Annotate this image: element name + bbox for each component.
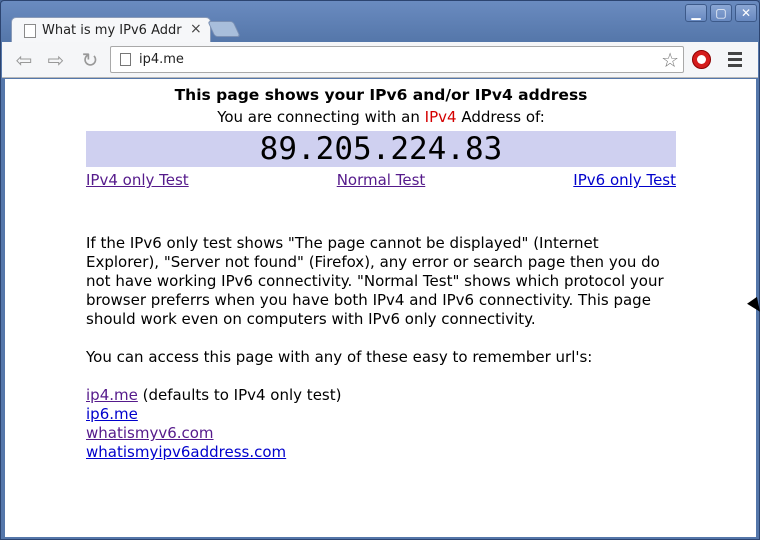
tab-title: What is my IPv6 Addres bbox=[42, 23, 182, 38]
url-text[interactable]: ip4.me bbox=[139, 52, 184, 67]
back-button[interactable]: ⇦ bbox=[12, 48, 36, 72]
protocol-label: IPv4 bbox=[424, 108, 457, 126]
ipv4-only-test-link[interactable]: IPv4 only Test bbox=[86, 171, 189, 189]
ip4-note: (defaults to IPv4 only test) bbox=[137, 386, 342, 404]
connecting-prefix: You are connecting with an bbox=[217, 108, 425, 126]
forward-button[interactable]: ⇨ bbox=[44, 48, 68, 72]
bookmark-star-icon[interactable]: ☆ bbox=[661, 48, 679, 72]
browser-tab[interactable]: What is my IPv6 Addres × bbox=[11, 17, 211, 43]
window-controls: ▁ ▢ ✕ bbox=[685, 4, 757, 22]
reload-button[interactable]: ↻ bbox=[78, 48, 102, 72]
connecting-suffix: Address of: bbox=[456, 108, 545, 126]
list-item: ip4.me (defaults to IPv4 only test) bbox=[86, 386, 676, 405]
test-links: IPv4 only Test Normal Test IPv6 only Tes… bbox=[86, 171, 676, 189]
close-window-button[interactable]: ✕ bbox=[735, 4, 757, 22]
page-content: This page shows your IPv6 and/or IPv4 ad… bbox=[5, 79, 756, 537]
browser-toolbar: ⇦ ⇨ ↻ ip4.me ☆ bbox=[2, 42, 758, 78]
page-favicon-icon bbox=[24, 24, 36, 38]
address-bar[interactable]: ip4.me ☆ bbox=[110, 46, 684, 73]
page-heading: This page shows your IPv6 and/or IPv4 ad… bbox=[174, 86, 588, 104]
access-text: You can access this page with any of the… bbox=[86, 348, 593, 366]
ip-address-display: 89.205.224.83 bbox=[86, 131, 676, 167]
ipv6-only-test-link[interactable]: IPv6 only Test bbox=[573, 171, 676, 189]
list-item: ip6.me bbox=[86, 405, 676, 424]
maximize-button[interactable]: ▢ bbox=[710, 4, 732, 22]
minimize-button[interactable]: ▁ bbox=[685, 4, 707, 22]
tab-strip: What is my IPv6 Addres × ▁ ▢ ✕ bbox=[1, 1, 760, 43]
page-icon bbox=[120, 53, 131, 66]
normal-test-link[interactable]: Normal Test bbox=[337, 171, 426, 189]
ip4-link[interactable]: ip4.me bbox=[86, 386, 138, 404]
adblock-extension-icon[interactable] bbox=[692, 50, 711, 69]
menu-icon[interactable] bbox=[728, 52, 742, 70]
list-item: whatismyv6.com bbox=[86, 424, 676, 443]
url-list: ip4.me (defaults to IPv4 only test) ip6.… bbox=[86, 386, 676, 462]
tab-close-icon[interactable]: × bbox=[190, 21, 202, 37]
new-tab-button[interactable] bbox=[207, 21, 241, 37]
list-item: whatismyipv6address.com bbox=[86, 443, 676, 462]
ip6-link[interactable]: ip6.me bbox=[86, 405, 138, 423]
whatismyv6-link[interactable]: whatismyv6.com bbox=[86, 424, 214, 442]
explanation-paragraph: If the IPv6 only test shows "The page ca… bbox=[86, 234, 664, 328]
browser-window: What is my IPv6 Addres × ▁ ▢ ✕ ⇦ ⇨ ↻ ip4… bbox=[0, 0, 760, 540]
page-body: This page shows your IPv6 and/or IPv4 ad… bbox=[86, 79, 676, 462]
whatismyipv6address-link[interactable]: whatismyipv6address.com bbox=[86, 443, 286, 461]
connecting-line: You are connecting with an IPv4 Address … bbox=[86, 108, 676, 126]
